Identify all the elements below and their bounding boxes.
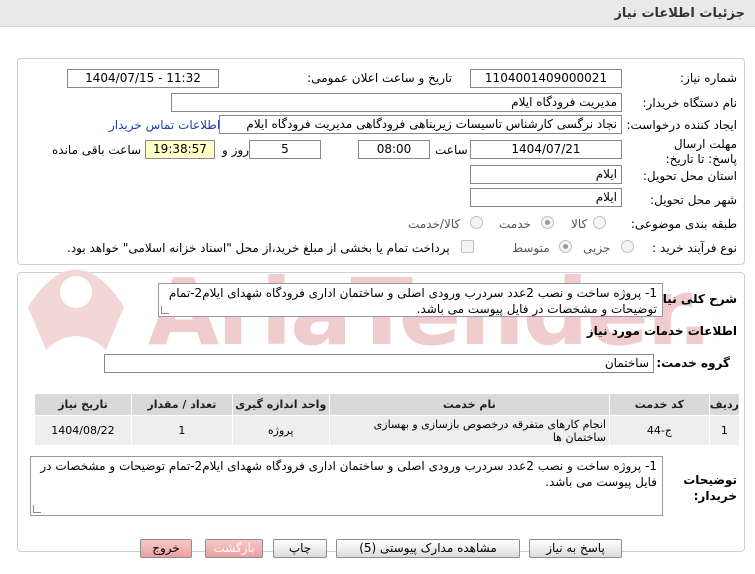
creator-label: ایجاد کننده درخواست: [626,118,737,132]
process-medium-label: متوسط [512,241,550,255]
buyer-contact-link[interactable]: اطلاعات تماس خریدار [109,118,220,132]
category-goods-label: کالا [571,217,588,231]
general-desc-text: 1- پروژه ساخت و نصب 2عدد سردرب ورودی اصل… [168,286,657,316]
general-desc-label: شرح کلی نیاز: [651,292,737,306]
buyer-org-label: نام دستگاه خریدار: [642,96,738,110]
days-label: روز و [222,143,249,157]
cell-need-date: 1404/08/22 [34,415,132,446]
process-medium-radio[interactable] [559,240,572,253]
province-field: ایلام [470,165,622,184]
buyer-org-field: مدیریت فرودگاه ایلام [171,93,622,112]
deadline-label: مهلت ارسال پاسخ: تا تاریخ: [665,137,737,166]
cell-service-name: انجام کارهای متفرقه درخصوص بازسازی و بهس… [328,415,610,446]
page-title: جزئیات اطلاعات نیاز [0,0,755,27]
deadline-time-field: 08:00 [358,140,430,159]
cell-service-code: ج-44 [608,415,710,446]
process-minor-label: جزیی [583,241,611,255]
exit-button[interactable]: خروج [140,539,192,558]
process-minor-radio[interactable] [621,240,634,253]
need-number-field: 1104001409000021 [470,69,622,88]
announce-date-label: تاریخ و ساعت اعلان عمومی: [307,71,452,85]
category-service-label: خدمت [499,217,531,231]
remaining-time-label: ساعت باقی مانده [52,143,142,157]
print-button[interactable]: چاپ [273,539,327,558]
resize-grip-icon[interactable] [33,505,41,513]
table-row: 1 ج-44 انجام کارهای متفرقه درخصوص بازساز… [34,415,741,446]
col-service-name: نام خدمت [328,393,610,416]
province-label: استان محل تحویل: [642,169,737,183]
treasury-checkbox[interactable] [461,240,474,253]
city-field: ایلام [470,188,622,207]
deadline-date-field: 1404/07/21 [470,140,622,159]
reply-button[interactable]: پاسخ به نیاز [529,539,622,558]
general-desc-textarea[interactable]: 1- پروژه ساخت و نصب 2عدد سردرب ورودی اصل… [158,283,663,317]
category-goods-radio[interactable] [593,216,606,229]
category-both-radio[interactable] [470,216,483,229]
city-label: شهر محل تحویل: [650,193,737,207]
cell-quantity: 1 [130,415,233,446]
col-row: ردیف [708,393,741,416]
back-button[interactable]: بازگشت [205,539,263,558]
cell-row: 1 [708,415,741,446]
cell-unit: پروژه [231,415,330,446]
treasury-note: پرداخت تمام یا بخشی از مبلغ خرید،از محل … [67,241,450,255]
days-remaining-field: 5 [249,140,321,159]
view-attachments-button[interactable]: مشاهده مدارک پیوستی (5) [336,539,520,558]
category-both-label: کالا/خدمت [408,217,461,231]
category-label: طبقه بندی موضوعی: [630,217,737,231]
remaining-time-field: 19:38:57 [145,140,215,159]
announce-date-field: 1404/07/15 - 11:32 [67,69,219,88]
need-info-panel [17,58,745,265]
buyer-notes-text: 1- پروژه ساخت و نصب 2عدد سردرب ورودی اصل… [40,459,657,489]
col-need-date: تاریخ نیاز [34,393,132,416]
creator-field: نجاد نرگسی کارشناس تاسیسات زیربناهی فرود… [219,115,622,134]
buyer-notes-label: توضیحات خریدار: [683,473,737,503]
services-table: ردیف کد خدمت نام خدمت واحد اندازه گیری ت… [34,393,741,446]
service-group-field: ساختمان [104,354,654,373]
services-table-header: ردیف کد خدمت نام خدمت واحد اندازه گیری ت… [34,393,741,416]
category-service-radio[interactable] [541,216,554,229]
need-number-label: شماره نیاز: [680,71,737,85]
resize-grip-icon[interactable] [161,306,169,314]
process-type-label: نوع فرآیند خرید : [652,241,737,255]
service-group-label: گروه خدمت: [656,356,730,370]
col-service-code: کد خدمت [608,393,710,416]
col-unit: واحد اندازه گیری [231,393,330,416]
deadline-hour-label: ساعت [435,143,468,157]
col-quantity: تعداد / مقدار [130,393,233,416]
buyer-notes-textarea[interactable]: 1- پروژه ساخت و نصب 2عدد سردرب ورودی اصل… [30,456,663,516]
services-section-title: اطلاعات خدمات مورد نیاز [586,324,737,338]
